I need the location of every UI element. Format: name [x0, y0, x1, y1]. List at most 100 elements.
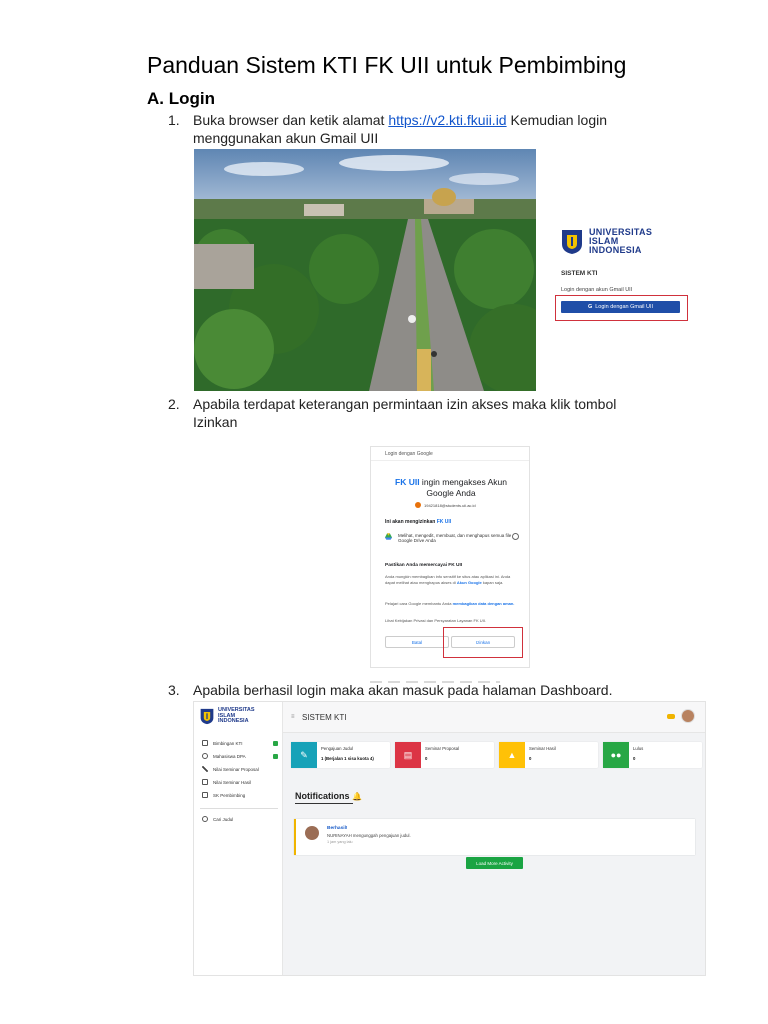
step-2-number: 2.: [168, 396, 180, 412]
avatar[interactable]: [681, 709, 695, 723]
permission-text: Melihat, mengedit, membuat, dan menghapu…: [398, 533, 512, 543]
sidebar-item-label: Nilai Seminar Proposal: [213, 766, 259, 772]
uii-logo-line: INDONESIA: [589, 245, 642, 255]
status-badge: [273, 740, 278, 746]
faint-text-line: [370, 672, 530, 683]
edit-icon: [202, 779, 208, 785]
google-consent-topbar: Login dengan Google: [371, 447, 529, 461]
google-consent-heading: FK UII ingin mengakses Akun Google Anda: [381, 477, 521, 499]
step-3-number: 3.: [168, 682, 180, 698]
trust-title: Pastikan Anda memercayai FK UII: [385, 563, 463, 568]
pencil-icon: [202, 766, 208, 772]
sidebar-item-bimbingan-kti[interactable]: Bimbingan KTI: [202, 740, 278, 746]
activity-item[interactable]: Berhasil! NURINAYAH mengunggah pengajuan…: [294, 819, 695, 855]
sidebar-item-label: Mahasiswa DPA: [213, 753, 246, 759]
activity-description: NURINAYAH mengunggah pengajuan judul.: [327, 833, 411, 838]
copy-icon: [202, 792, 208, 798]
section-heading: A. Login: [147, 89, 215, 108]
permission-row: Melihat, mengedit, membuat, dan menghapu…: [385, 533, 519, 543]
google-drive-icon: [385, 533, 392, 540]
allow-title-app: FK UII: [436, 519, 452, 525]
sidebar-item-sk-pembimbing[interactable]: SK Pembimbing: [202, 792, 278, 798]
card-label: Lulus: [633, 746, 644, 751]
dashboard-title: SISTEM KTI: [302, 713, 347, 722]
card-value: 0: [529, 756, 532, 761]
dashboard-header: ≡ SISTEM KTI: [283, 702, 705, 733]
notifications-title: Notifications: [295, 791, 350, 801]
sidebar-item-label: Bimbingan KTI: [213, 740, 243, 746]
load-more-button[interactable]: Load More Activity: [466, 857, 523, 869]
info-icon[interactable]: [512, 533, 519, 540]
key-icon[interactable]: [667, 714, 675, 719]
trust-paragraph-3: Lihat Kebijakan Privasi dan Persyaratan …: [385, 618, 486, 623]
book-icon: [202, 740, 208, 746]
card-label: Seminar Proposal: [425, 746, 460, 751]
stat-card-seminar-proposal[interactable]: ▤ Seminar Proposal 0: [395, 742, 494, 768]
sidebar-item-nilai-seminar-hasil[interactable]: Nilai Seminar Hasil: [202, 779, 278, 785]
google-account-link[interactable]: Akun Google: [457, 580, 482, 585]
uii-system-title: SISTEM KTI: [561, 270, 598, 277]
sidebar-item-mahasiswa-dpa[interactable]: Mahasiswa DPA: [202, 753, 278, 759]
step-2-text: Apabila terdapat keterangan permintaan i…: [193, 396, 617, 430]
document-title: Panduan Sistem KTI FK UII untuk Pembimbi…: [147, 52, 627, 78]
sidebar-item-label: Cari Judul: [213, 816, 234, 822]
highlight-box: [555, 295, 688, 321]
uii-emblem-icon: [562, 229, 582, 254]
menu-toggle-icon[interactable]: ≡: [291, 714, 295, 720]
google-topbar-label: Login dengan Google: [385, 451, 433, 457]
uii-logo-text: UNIVERSITAS ISLAM INDONESIA: [589, 228, 652, 255]
allow-title-prefix: Ini akan mengizinkan: [385, 519, 437, 525]
avatar: [305, 826, 319, 840]
dashboard-logo-text: UNIVERSITAS ISLAM INDONESIA: [218, 708, 255, 725]
card-value: 0: [425, 756, 428, 761]
share-data-link[interactable]: membagikan data dengan aman.: [453, 601, 515, 606]
status-badge: [273, 753, 278, 759]
step-3-text: Apabila berhasil login maka akan masuk p…: [193, 682, 613, 698]
pencil-icon: ✎: [291, 742, 317, 768]
card-value: 1 (Berjalan 1 sisa kuota 4): [321, 756, 374, 761]
uii-emblem-icon: [200, 708, 214, 725]
sidebar-divider: [200, 808, 278, 809]
sidebar-item-label: Nilai Seminar Hasil: [213, 779, 252, 785]
sidebar-item-cari-judul[interactable]: Cari Judul: [202, 816, 278, 822]
dashboard-sidebar: UNIVERSITAS ISLAM INDONESIA Bimbingan KT…: [194, 702, 283, 975]
kti-url-link[interactable]: https://v2.kti.fkuii.id: [388, 112, 506, 128]
step-1-text: Buka browser dan ketik alamat https://v2…: [193, 111, 633, 147]
trust-paragraph-2: Pelajari cara Google membantu Anda memba…: [385, 601, 517, 607]
users-icon: ●●: [603, 742, 629, 768]
trust-paragraph-1: Anda mungkin membagikan info sensitif ke…: [385, 574, 517, 585]
dashboard-logo: UNIVERSITAS ISLAM INDONESIA: [200, 708, 255, 725]
trust-p2-text: Pelajari cara Google membantu Anda: [385, 601, 453, 606]
sidebar-item-nilai-seminar-proposal[interactable]: Nilai Seminar Proposal: [202, 766, 278, 772]
highlight-box: [443, 627, 523, 658]
bell-icon: 🔔: [352, 792, 362, 801]
trust-p1-after: kapan saja.: [481, 579, 504, 585]
notifications-heading: Notifications 🔔: [295, 791, 362, 801]
user-icon: [202, 753, 208, 759]
sidebar-item-label: SK Pembimbing: [213, 792, 246, 798]
uii-login-panel: UNIVERSITAS ISLAM INDONESIA SISTEM KTI L…: [553, 222, 693, 326]
activity-time: 1 jam yang lalu: [327, 840, 353, 844]
cancel-button[interactable]: Batal: [385, 636, 449, 648]
step-1-text-before: Buka browser dan ketik alamat: [193, 112, 389, 128]
stat-card-pengajuan-judul[interactable]: ✎ Pengajuan Judul 1 (Berjalan 1 sisa kuo…: [291, 742, 390, 768]
notifications-underline: [295, 803, 353, 804]
account-email-text: 19421818@students.uii.ac.id: [424, 502, 476, 508]
dashboard-screenshot: UNIVERSITAS ISLAM INDONESIA Bimbingan KT…: [193, 701, 706, 976]
account-email: 19421818@students.uii.ac.id: [415, 502, 476, 508]
allow-title: Ini akan mengizinkan FK UII: [385, 519, 451, 525]
search-icon: [202, 816, 208, 822]
file-icon: ▤: [395, 742, 421, 768]
stat-card-lulus[interactable]: ●● Lulus 0: [603, 742, 702, 768]
card-label: Seminar Hasil: [529, 746, 556, 751]
activity-title: Berhasil!: [327, 826, 348, 831]
campus-aerial-photo: [194, 149, 536, 391]
app-name: FK UII: [395, 477, 420, 487]
card-label: Pengajuan Judul: [321, 746, 354, 751]
uii-login-subtitle: Login dengan akun Gmail UII: [561, 287, 633, 293]
stat-card-seminar-hasil[interactable]: ▲ Seminar Hasil 0: [499, 742, 598, 768]
card-value: 0: [633, 756, 636, 761]
graduation-cap-icon: ▲: [499, 742, 525, 768]
heading-text: ingin mengakses Akun Google Anda: [419, 477, 507, 498]
account-avatar: [415, 502, 421, 508]
